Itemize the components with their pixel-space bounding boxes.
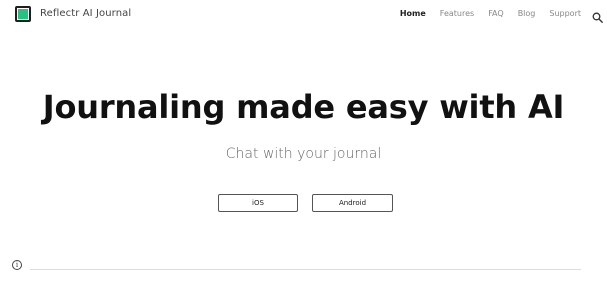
nav-item-features[interactable]: Features — [440, 9, 474, 18]
nav-item-home[interactable]: Home — [400, 9, 426, 18]
info-icon[interactable]: i — [12, 260, 22, 270]
android-download-button[interactable]: Android — [312, 194, 393, 212]
nav-item-blog[interactable]: Blog — [518, 9, 536, 18]
hero-subtitle: Chat with your journal — [225, 146, 382, 162]
search-icon[interactable] — [592, 8, 603, 23]
ios-download-button[interactable]: iOS — [218, 194, 298, 212]
main-nav: Home Features FAQ Blog Support — [400, 9, 581, 18]
nav-item-faq[interactable]: FAQ — [488, 9, 504, 18]
page: Reflectr AI Journal Home Features FAQ Bl… — [0, 0, 607, 281]
nav-item-support[interactable]: Support — [549, 9, 581, 18]
app-logo-icon[interactable] — [15, 6, 31, 22]
site-header: Reflectr AI Journal Home Features FAQ Bl… — [0, 0, 607, 30]
site-title[interactable]: Reflectr AI Journal — [40, 8, 131, 19]
hero-title: Journaling made easy with AI — [42, 88, 565, 126]
footer-divider — [30, 269, 581, 270]
logo-fill — [18, 9, 28, 19]
